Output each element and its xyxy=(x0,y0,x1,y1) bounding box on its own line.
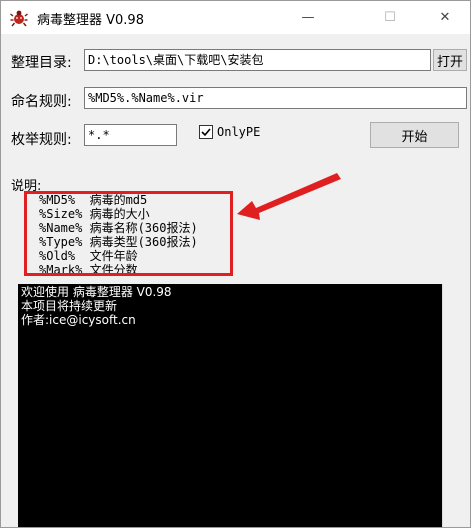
console-line: 欢迎使用 病毒整理器 V0.98 xyxy=(21,285,172,299)
log-console[interactable]: 欢迎使用 病毒整理器 V0.98 本项目将持续更新 作者:ice@icysoft… xyxy=(18,284,442,527)
app-window: 病毒整理器 V0.98 — ☐ ✕ 整理目录: D:\tools\桌面\下载吧\… xyxy=(0,0,471,528)
console-line: 本项目将持续更新 xyxy=(21,299,118,313)
console-scrollbar[interactable] xyxy=(442,284,459,527)
console-line: 作者:ice@icysoft.cn xyxy=(21,313,136,327)
